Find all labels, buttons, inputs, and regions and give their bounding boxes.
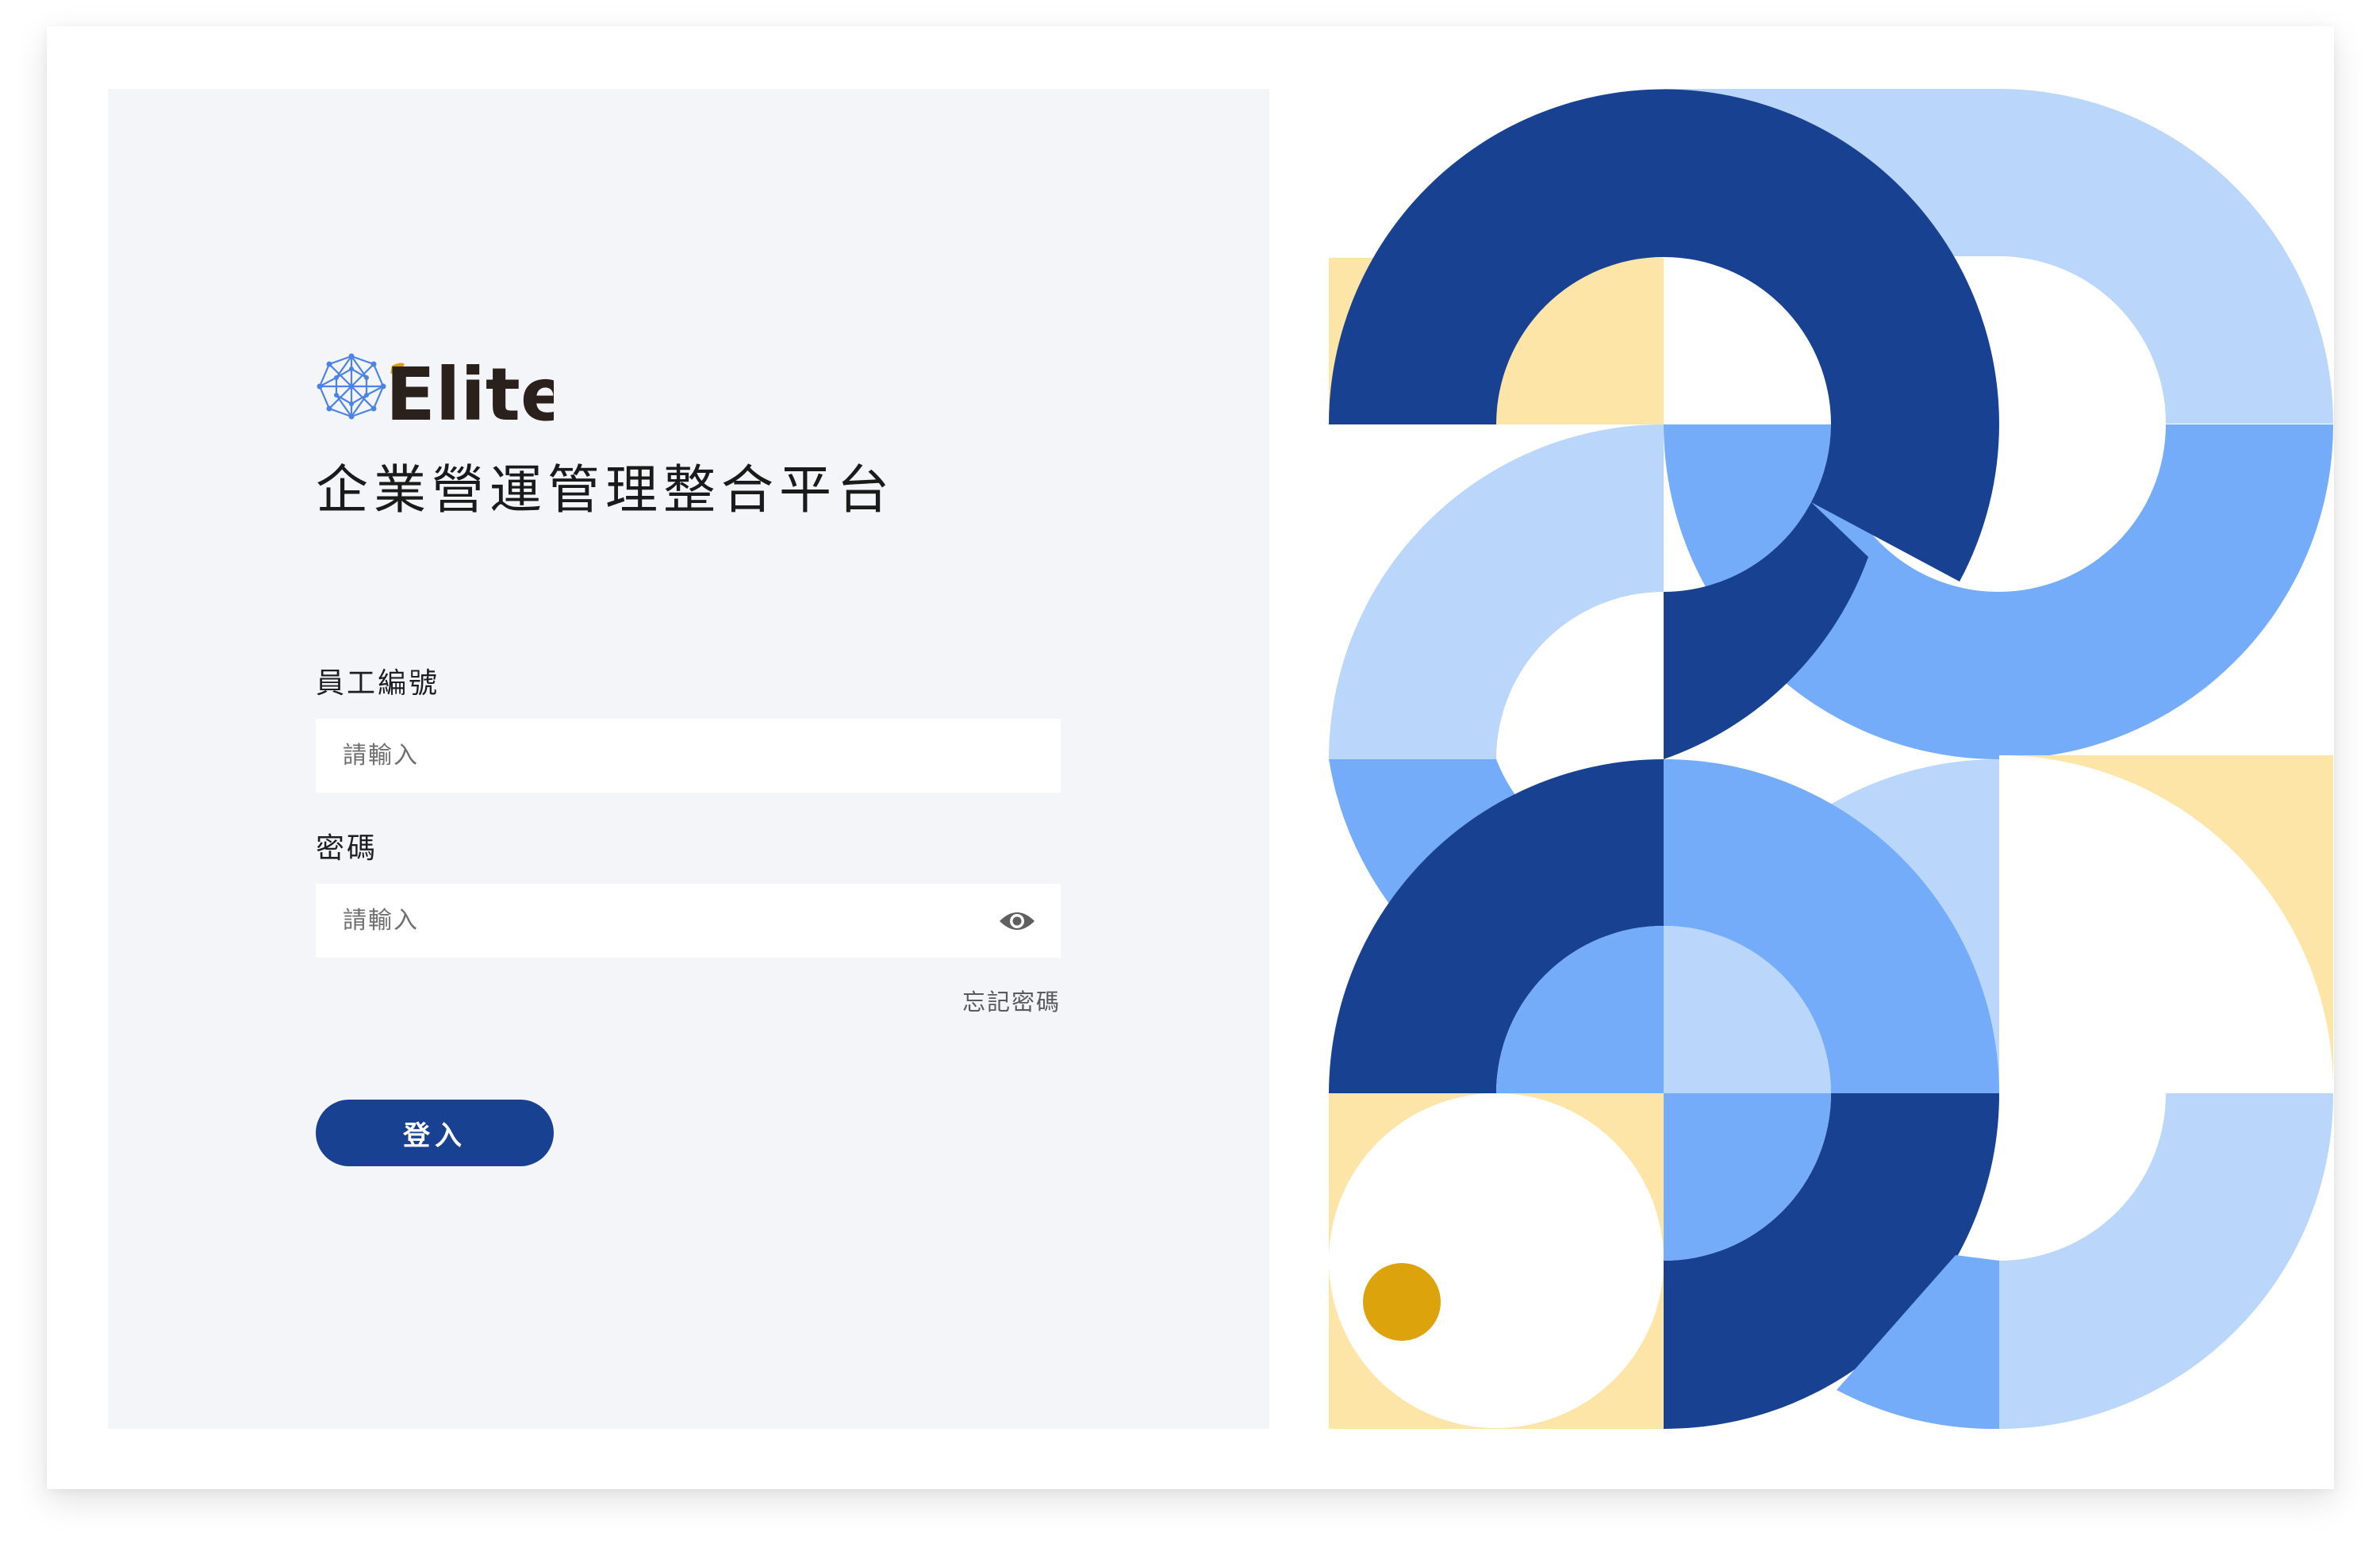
password-input[interactable] (316, 884, 1061, 958)
login-button[interactable]: 登入 (316, 1100, 554, 1166)
employee-id-input[interactable] (316, 719, 1061, 793)
pattern-white-circle (1329, 1093, 1664, 1428)
password-label: 密碼 (316, 832, 378, 865)
decorative-pattern (1329, 89, 2333, 1429)
password-field-box (316, 884, 1061, 958)
forgot-password-link[interactable]: 忘記密碼 (743, 984, 1061, 1017)
logo-wordmark: Elite (386, 352, 554, 429)
pattern-gold-dot (1363, 1263, 1441, 1341)
eye-icon[interactable] (997, 905, 1037, 937)
forgot-password-row: 忘記密碼 (743, 984, 1061, 1016)
elite-logo: Elite (316, 350, 554, 429)
employee-id-field-box (316, 719, 1061, 793)
employee-id-label: 員工編號 (316, 667, 440, 700)
pattern-light-blue-band (1329, 424, 1664, 759)
app-title: 企業營運管理整合平台 (316, 459, 895, 520)
